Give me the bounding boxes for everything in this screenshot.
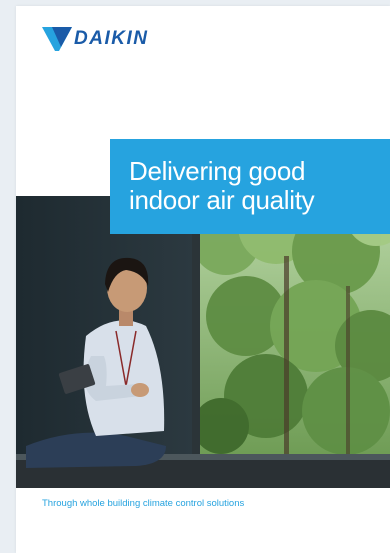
cover-subtitle: Through whole building climate control s… bbox=[42, 498, 245, 509]
cover-title-band: Delivering good indoor air quality bbox=[110, 139, 390, 234]
cover-title-line-2: indoor air quality bbox=[129, 185, 315, 215]
brand-name: DAIKIN bbox=[74, 28, 149, 49]
cover-photo bbox=[16, 196, 390, 488]
daikin-logo-mark-icon bbox=[42, 27, 72, 51]
brochure-cover: DAIKIN Delivering good indoor air qualit… bbox=[16, 6, 390, 553]
daikin-logo: DAIKIN bbox=[42, 27, 148, 51]
cover-title-line-1: Delivering good bbox=[129, 156, 306, 186]
